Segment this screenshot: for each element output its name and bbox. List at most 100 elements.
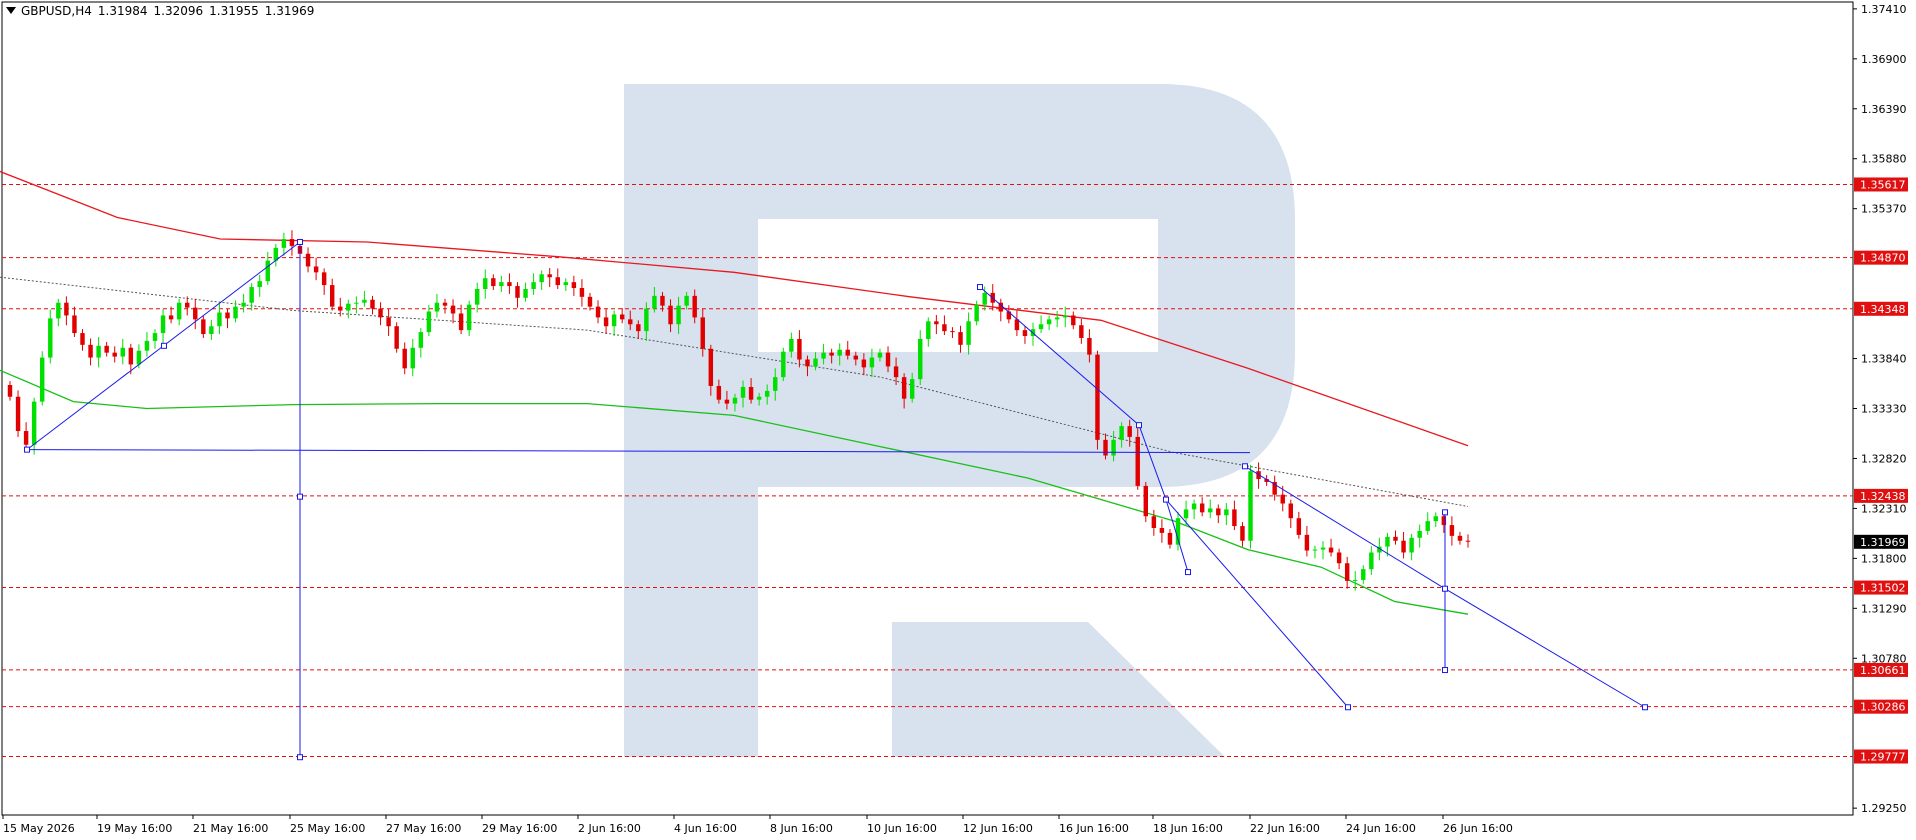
candle-body	[652, 295, 657, 309]
candle-body	[764, 390, 770, 397]
candle-body	[1216, 508, 1221, 516]
candle-body	[837, 349, 842, 356]
time-tick-label: 26 Jun 16:00	[1443, 822, 1513, 835]
candle-body	[893, 366, 899, 378]
candle-body	[370, 299, 375, 309]
price-chart: 1.37410 1.36900 1.36390 1.35880 1.35370 1.338…	[0, 1, 1908, 835]
candle-body	[128, 347, 134, 365]
drawing-anchor	[1642, 704, 1648, 711]
axis-tick-label: 1.35370	[1861, 203, 1907, 216]
projection-line-2	[1444, 588, 1646, 708]
time-tick-label: 12 Jun 16:00	[963, 822, 1033, 835]
time-tick-label: 27 May 16:00	[386, 822, 461, 835]
candle-body	[716, 385, 722, 400]
candle-body	[515, 286, 520, 298]
candle-body	[265, 260, 270, 282]
candle-body	[1119, 426, 1124, 440]
candle-body	[450, 305, 456, 314]
candle-body	[410, 347, 415, 369]
candle-body	[708, 348, 714, 386]
candle-body	[394, 326, 399, 349]
candle-body	[1288, 503, 1293, 519]
candle-body	[104, 345, 109, 353]
candle-body	[845, 349, 850, 356]
candle-body	[1417, 530, 1422, 538]
candle-body	[88, 344, 93, 358]
candle-body	[861, 359, 867, 368]
candle-body	[1369, 552, 1374, 570]
candle-body	[756, 396, 762, 400]
candle-body	[386, 317, 391, 327]
candle-body	[80, 333, 85, 345]
candle-body	[1103, 439, 1108, 456]
candle-body	[1385, 536, 1390, 547]
chart-area[interactable]: GBPUSD,H4 1.31984 1.32096 1.31955 1.31969 1.…	[0, 0, 1916, 840]
candle-body	[112, 352, 117, 357]
watermark-r-leg	[892, 622, 1225, 757]
candle-body	[1393, 536, 1398, 541]
level-price-label: 1.34348	[1860, 303, 1906, 316]
candle-body	[1280, 494, 1285, 504]
drawing-anchor	[1442, 667, 1448, 674]
current-price-label: 1.31969	[1860, 536, 1906, 549]
time-axis: 15 May 2026 19 May 16:00 21 May 16:00 25 Ma…	[2, 815, 1513, 835]
axis-tick-label: 1.31290	[1861, 602, 1907, 615]
candle-body	[1183, 509, 1189, 519]
time-tick-label: 2 Jun 16:00	[578, 822, 641, 835]
candle-body	[289, 239, 295, 246]
candle-body	[48, 318, 53, 358]
candle-body	[346, 303, 351, 311]
candle-body	[869, 357, 875, 368]
candle-body	[1224, 509, 1229, 516]
candle-body	[233, 306, 238, 319]
candle-body	[1063, 315, 1068, 318]
candle-body	[305, 253, 311, 267]
candle-body	[660, 295, 665, 306]
level-price-label: 1.30661	[1860, 664, 1906, 677]
candle-body	[1353, 579, 1358, 581]
time-tick-label: 21 May 16:00	[193, 822, 268, 835]
candle-body	[926, 321, 931, 339]
candle-body	[1127, 426, 1132, 437]
candle-body	[354, 302, 359, 304]
drawing-anchor	[1163, 496, 1169, 503]
axis-tick-label: 1.32820	[1861, 452, 1907, 465]
candle-body	[426, 311, 432, 333]
drawing-anchor	[297, 493, 303, 500]
candle-body	[966, 321, 971, 345]
candle-body	[466, 304, 472, 331]
candle-body	[740, 386, 746, 398]
candle-body	[523, 288, 528, 298]
candle-body	[120, 347, 125, 357]
candle-body	[418, 332, 424, 348]
candle-body	[1409, 537, 1414, 553]
candle-body	[144, 340, 150, 351]
candle-body	[676, 305, 681, 325]
drawing-anchor	[1242, 463, 1248, 470]
candle-body	[789, 338, 794, 352]
candle-body	[571, 282, 577, 289]
candle-body	[1425, 521, 1430, 531]
candle-body	[72, 315, 77, 334]
candle-body	[1248, 471, 1253, 541]
candle-body	[684, 295, 689, 306]
candle-body	[23, 431, 29, 445]
candle-body	[378, 308, 383, 318]
candle-body	[563, 282, 569, 286]
candle-body	[507, 282, 512, 287]
candle-body	[628, 319, 633, 325]
candle-body	[434, 302, 440, 312]
candle-body	[176, 302, 182, 320]
candle-body	[491, 278, 496, 287]
candle-body	[7, 384, 13, 397]
candle-body	[1465, 540, 1471, 542]
time-tick-label: 8 Jun 16:00	[770, 822, 833, 835]
candle-body	[1143, 485, 1149, 517]
candle-body	[168, 315, 174, 320]
candle-body	[797, 338, 802, 360]
candle-body	[934, 321, 939, 325]
candle-body	[458, 313, 464, 331]
level-price-label: 1.32438	[1860, 490, 1906, 503]
level-price-label: 1.34870	[1860, 252, 1906, 265]
candle-body	[201, 319, 206, 335]
